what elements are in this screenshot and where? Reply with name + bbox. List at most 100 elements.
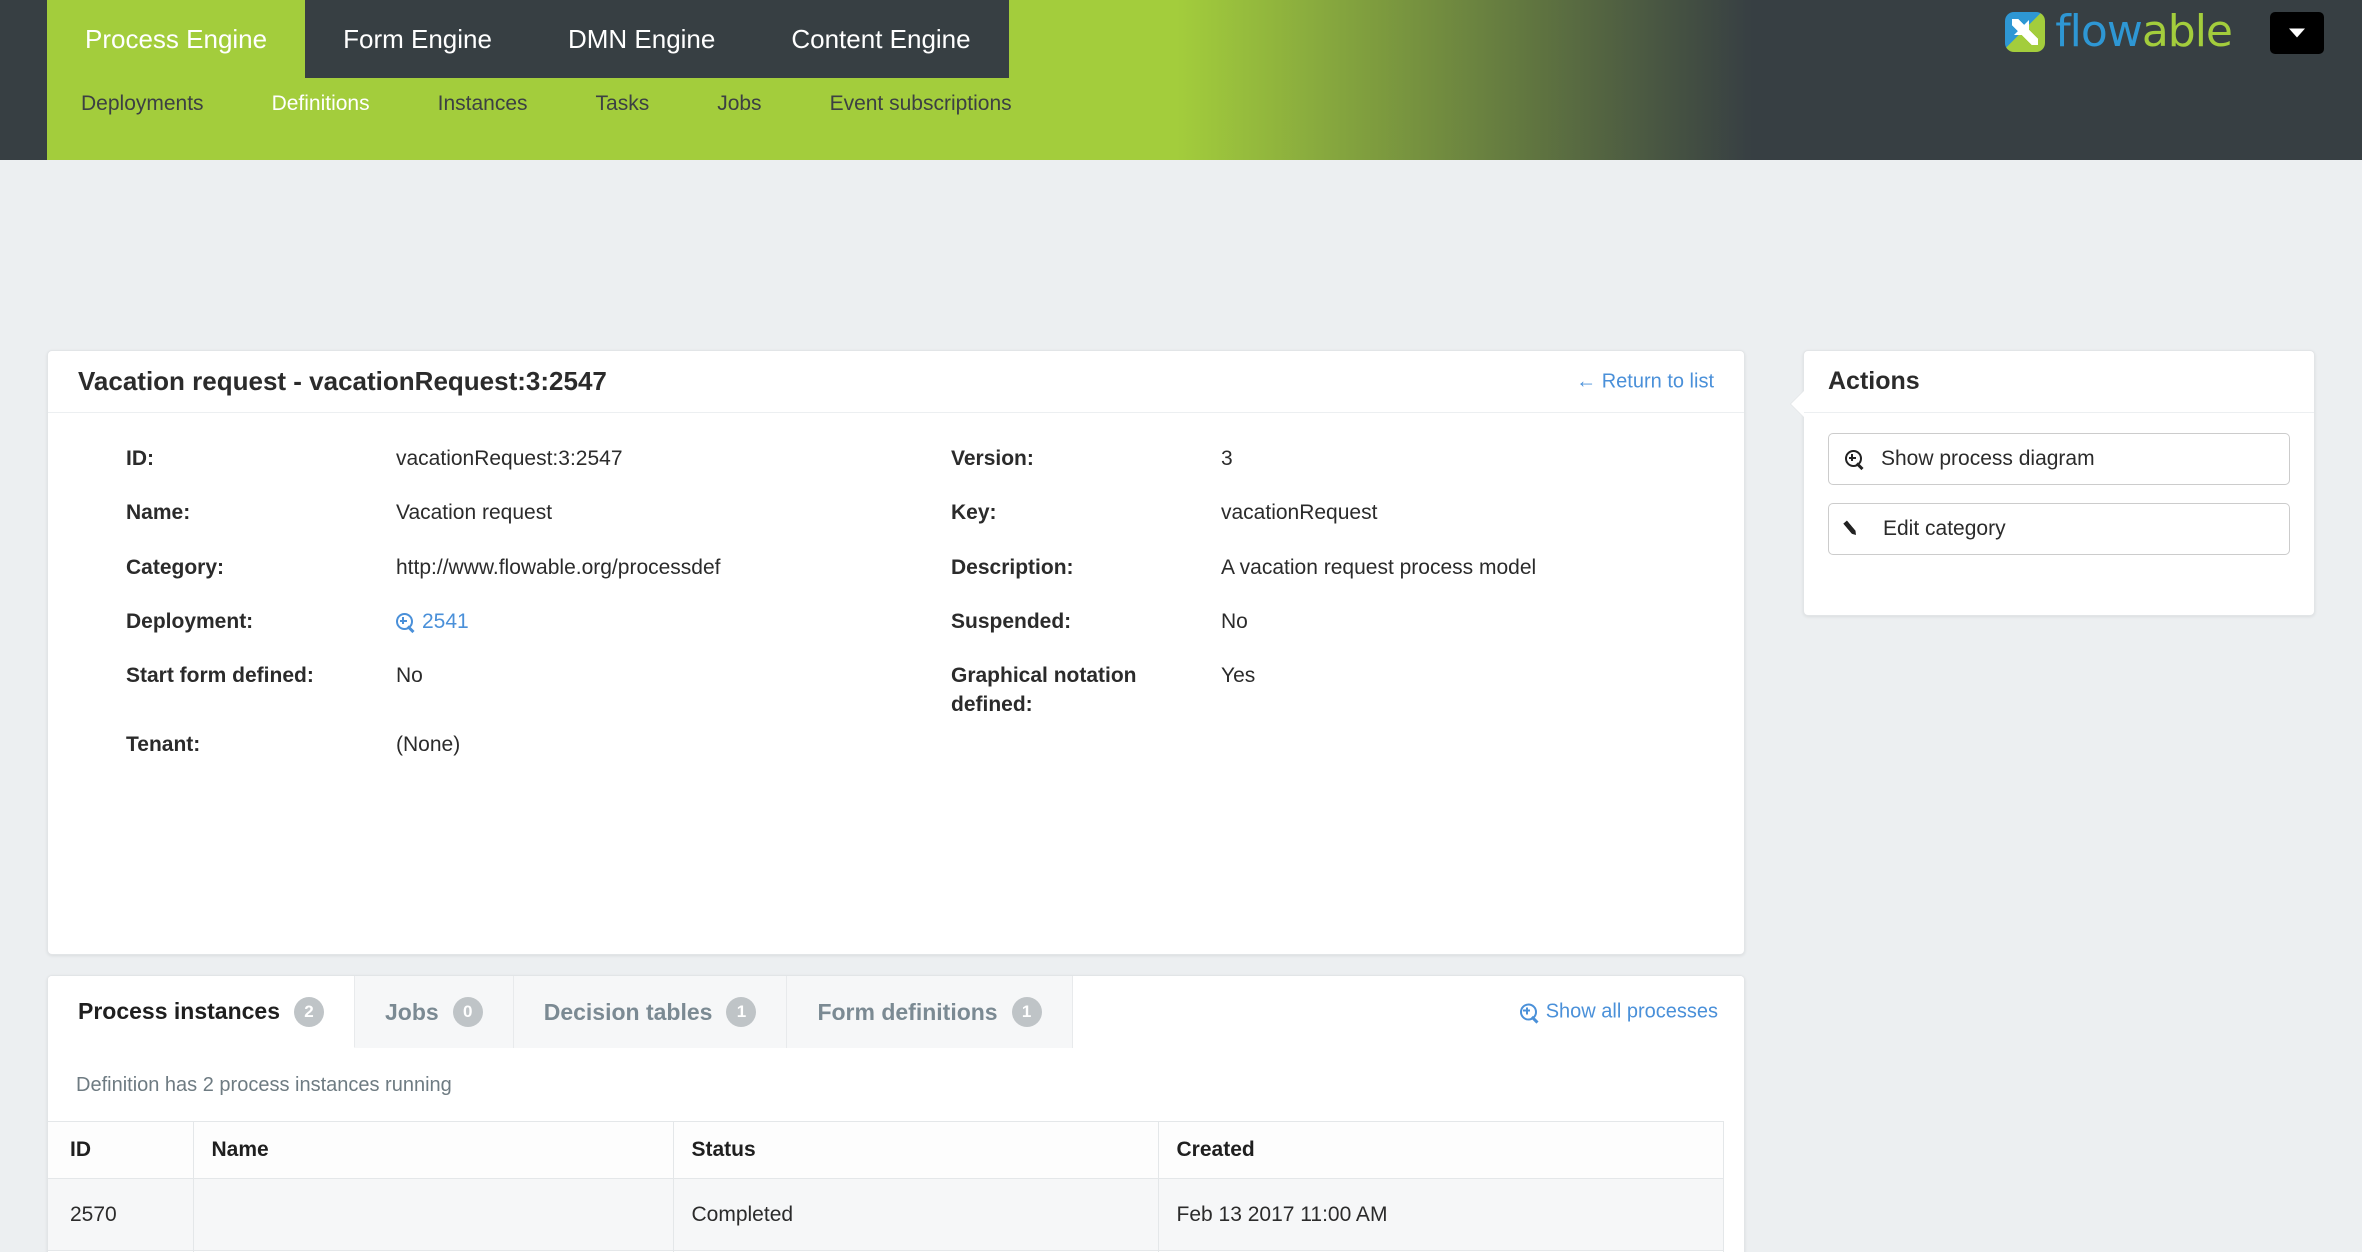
subnav-label: Event subscriptions	[829, 92, 1012, 115]
actions-panel-body: Show process diagram Edit category	[1804, 413, 2314, 575]
detail-value: Yes	[1221, 664, 1256, 688]
detail-label: Graphical notation defined:	[951, 664, 1137, 716]
subnav-item-event-subscriptions[interactable]: Event subscriptions	[796, 92, 1046, 116]
magnifier-plus-icon	[396, 613, 414, 631]
subnav-item-definitions[interactable]: Definitions	[238, 92, 404, 116]
tab-label: Form definitions	[817, 998, 998, 1025]
detail-row-description: Description: A vacation request process …	[951, 554, 1711, 582]
detail-label: Start form defined:	[126, 664, 314, 688]
related-data-card: Process instances 2 Jobs 0 Decision tabl…	[47, 975, 1745, 1252]
tab-jobs[interactable]: Jobs 0	[355, 976, 514, 1048]
magnifier-plus-icon	[1519, 1003, 1538, 1021]
detail-value: http://www.flowable.org/processdef	[396, 555, 721, 579]
tab-label: Jobs	[385, 998, 439, 1025]
column-header-id[interactable]: ID	[48, 1121, 194, 1179]
actions-panel: Actions Show process diagram Edit catego…	[1791, 350, 2315, 616]
detail-label: Name:	[126, 501, 191, 525]
detail-label: Suspended:	[951, 610, 1072, 634]
detail-value: vacationRequest:3:2547	[396, 447, 623, 470]
action-button-label: Show process diagram	[1881, 447, 2095, 470]
deployment-link[interactable]: 2541	[396, 608, 469, 636]
show-process-diagram-button[interactable]: Show process diagram	[1828, 433, 2290, 485]
brand-text-green: able	[2141, 6, 2233, 57]
caret-down-icon	[2289, 28, 2305, 38]
column-header-status[interactable]: Status	[673, 1121, 1159, 1179]
action-button-label: Edit category	[1883, 517, 2006, 540]
subnav-label: Instances	[437, 92, 528, 115]
magnifier-plus-icon	[1845, 450, 1863, 468]
table-header-row: ID Name Status Created	[48, 1121, 1724, 1179]
detail-row-name: Name: Vacation request	[126, 499, 886, 527]
detail-row-start-form-defined: Start form defined: No	[126, 662, 886, 690]
tab-process-instances[interactable]: Process instances 2	[48, 976, 356, 1048]
tab-label: Process instances	[78, 998, 281, 1024]
sub-nav-bar: Deployments Definitions Instances Tasks …	[47, 78, 1046, 160]
actions-panel-notch	[1791, 391, 1804, 417]
return-to-list-link[interactable]: ← Return to list	[1576, 370, 1714, 393]
pencil-icon	[1845, 519, 1865, 539]
tab-bar-filler: Show all processes	[1072, 976, 1744, 1048]
deployment-link-label: 2541	[422, 610, 469, 634]
column-header-created[interactable]: Created	[1158, 1121, 1724, 1179]
detail-row-version: Version: 3	[951, 445, 1711, 473]
logo-arrow-shape	[2014, 19, 2030, 35]
subnav-label: Jobs	[717, 92, 762, 115]
subnav-label: Definitions	[271, 92, 370, 115]
detail-label: ID:	[126, 447, 154, 470]
subnav-item-instances[interactable]: Instances	[404, 92, 562, 116]
engine-tab-label: DMN Engine	[567, 23, 716, 54]
detail-value: vacationRequest	[1221, 501, 1378, 525]
process-definition-detail-card: Vacation request - vacationRequest:3:254…	[47, 350, 1745, 955]
detail-value: No	[396, 664, 423, 688]
detail-value: No	[1221, 610, 1248, 634]
column-header-name[interactable]: Name	[193, 1121, 674, 1179]
detail-row-tenant: Tenant: (None)	[126, 731, 886, 759]
cell-status: Completed	[673, 1178, 1159, 1251]
brand-text-blue: flow	[2055, 6, 2143, 57]
tab-badge: 2	[294, 996, 325, 1027]
show-all-processes-link[interactable]: Show all processes	[1519, 1000, 1718, 1024]
tab-form-definitions[interactable]: Form definitions 1	[787, 976, 1073, 1048]
tab-badge: 1	[1011, 997, 1042, 1027]
detail-card-header: Vacation request - vacationRequest:3:254…	[48, 351, 1744, 413]
tab-label: Decision tables	[543, 998, 713, 1025]
engine-tab-dmn-engine[interactable]: DMN Engine	[529, 0, 754, 78]
tab-decision-tables[interactable]: Decision tables 1	[513, 976, 788, 1048]
engine-tab-label: Form Engine	[343, 23, 492, 54]
detail-row-category: Category: http://www.flowable.org/proces…	[126, 554, 886, 582]
engine-tab-form-engine[interactable]: Form Engine	[305, 0, 530, 78]
cell-id: 2570	[48, 1178, 194, 1251]
detail-value: 3	[1221, 447, 1233, 470]
instances-summary: Definition has 2 process instances runni…	[76, 1074, 452, 1096]
detail-row-graphical-notation: Graphical notation defined: Yes	[951, 662, 1711, 719]
detail-row-suspended: Suspended: No	[951, 608, 1711, 636]
engine-tab-content-engine[interactable]: Content Engine	[753, 0, 1009, 78]
process-instances-panel: Definition has 2 process instances runni…	[48, 1048, 1744, 1252]
flowable-logo-icon	[2005, 11, 2046, 52]
actions-title: Actions	[1828, 367, 1920, 395]
detail-label: Category:	[126, 555, 225, 579]
subnav-item-jobs[interactable]: Jobs	[683, 92, 795, 116]
detail-label: Tenant:	[126, 732, 201, 756]
tab-bar: Process instances 2 Jobs 0 Decision tabl…	[48, 976, 1744, 1048]
tab-badge: 1	[726, 997, 757, 1027]
detail-value: Vacation request	[396, 501, 553, 525]
show-all-processes-label: Show all processes	[1545, 1000, 1718, 1023]
detail-row-deployment: Deployment: 2541	[126, 608, 886, 636]
detail-right-column: Version: 3 Key: vacationRequest Descript…	[951, 445, 1711, 745]
edit-category-button[interactable]: Edit category	[1828, 503, 2290, 555]
detail-label: Version:	[951, 447, 1034, 470]
detail-value: (None)	[396, 732, 461, 756]
user-menu-button[interactable]	[2270, 12, 2324, 54]
subnav-label: Tasks	[595, 92, 650, 115]
detail-card-body: ID: vacationRequest:3:2547 Name: Vacatio…	[48, 413, 1744, 954]
brand-wordmark: flowable	[2055, 6, 2233, 57]
subnav-item-tasks[interactable]: Tasks	[562, 92, 684, 116]
subnav-item-deployments[interactable]: Deployments	[47, 92, 238, 116]
actions-panel-header: Actions	[1804, 351, 2314, 413]
engine-tab-label: Content Engine	[791, 23, 971, 54]
table-row[interactable]: 2570 Completed Feb 13 2017 11:00 AM	[48, 1178, 1724, 1251]
engine-tab-process-engine[interactable]: Process Engine	[47, 0, 306, 78]
detail-row-id: ID: vacationRequest:3:2547	[126, 445, 886, 473]
subnav-label: Deployments	[81, 92, 204, 115]
